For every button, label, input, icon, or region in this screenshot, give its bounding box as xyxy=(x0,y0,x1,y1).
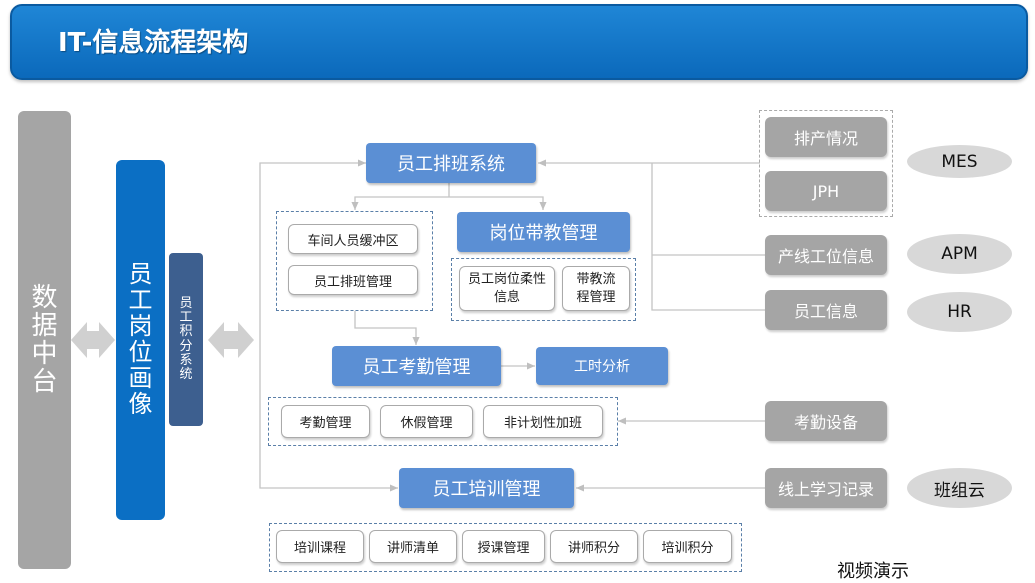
scheduling-system-box: 员工排班系统 xyxy=(366,143,536,183)
workshop-buffer-box: 车间人员缓冲区 xyxy=(288,224,418,254)
mentor-process-box: 带教流程管理 xyxy=(562,266,630,311)
attendance-device-box: 考勤设备 xyxy=(765,401,887,441)
split-right xyxy=(449,196,547,210)
training-item: 讲师清单 xyxy=(369,530,457,563)
mentoring-mgmt-box: 岗位带教管理 xyxy=(457,212,630,252)
flex-info-box: 员工岗位柔性信息 xyxy=(459,266,555,311)
split-left xyxy=(351,196,449,210)
double-arrow-right xyxy=(208,322,254,358)
points-char: 系 xyxy=(179,352,193,368)
production-status-box: 排产情况 xyxy=(765,117,887,157)
hours-analysis-box: 工时分析 xyxy=(536,347,668,385)
attendance-item: 休假管理 xyxy=(380,405,473,438)
online-learning-box: 线上学习记录 xyxy=(765,468,887,508)
attendance-mgmt-box: 员工考勤管理 xyxy=(332,346,501,386)
training-item: 培训积分 xyxy=(643,530,732,563)
data-center-bar: 数 据 中 台 xyxy=(18,111,71,569)
line-station-box: 产线工位信息 xyxy=(765,235,887,275)
data-center-char: 数 xyxy=(31,282,58,313)
employee-portrait-bar: 员 工 岗 位 画 像 xyxy=(116,160,165,520)
portrait-char: 像 xyxy=(128,389,153,418)
points-char: 统 xyxy=(179,366,193,382)
portrait-char: 岗 xyxy=(128,312,153,341)
training-item: 授课管理 xyxy=(462,530,545,563)
data-center-char: 台 xyxy=(31,367,58,398)
right-trunk xyxy=(651,163,765,311)
buffer-to-attendance xyxy=(354,311,420,345)
training-mgmt-box: 员工培训管理 xyxy=(399,468,574,508)
double-arrow-left xyxy=(71,322,115,358)
training-item: 讲师积分 xyxy=(550,530,638,563)
jph-box: JPH xyxy=(765,171,887,211)
points-char: 员 xyxy=(179,296,193,312)
mes-ellipse: MES xyxy=(907,145,1012,178)
points-system-bar: 员 工 积 分 系 统 xyxy=(169,253,203,426)
video-demo-link[interactable]: 视频演示 xyxy=(837,557,909,583)
portrait-char: 位 xyxy=(128,338,153,366)
data-center-char: 中 xyxy=(31,339,58,369)
portrait-char: 画 xyxy=(128,363,153,392)
data-center-char: 据 xyxy=(31,310,58,341)
hr-ellipse: HR xyxy=(907,292,1012,332)
schedule-mgmt-box: 员工排班管理 xyxy=(288,265,418,295)
attendance-item: 非计划性加班 xyxy=(483,405,603,438)
portrait-char: 员 xyxy=(128,260,153,289)
apm-ellipse: APM xyxy=(907,234,1012,274)
points-char: 分 xyxy=(179,338,193,354)
employee-info-box: 员工信息 xyxy=(765,290,887,330)
portrait-char: 工 xyxy=(128,286,153,315)
banzuyun-ellipse: 班组云 xyxy=(907,468,1012,508)
points-char: 积 xyxy=(179,324,193,340)
attendance-item: 考勤管理 xyxy=(281,405,370,438)
training-item: 培训课程 xyxy=(276,530,364,563)
points-char: 工 xyxy=(179,310,193,326)
